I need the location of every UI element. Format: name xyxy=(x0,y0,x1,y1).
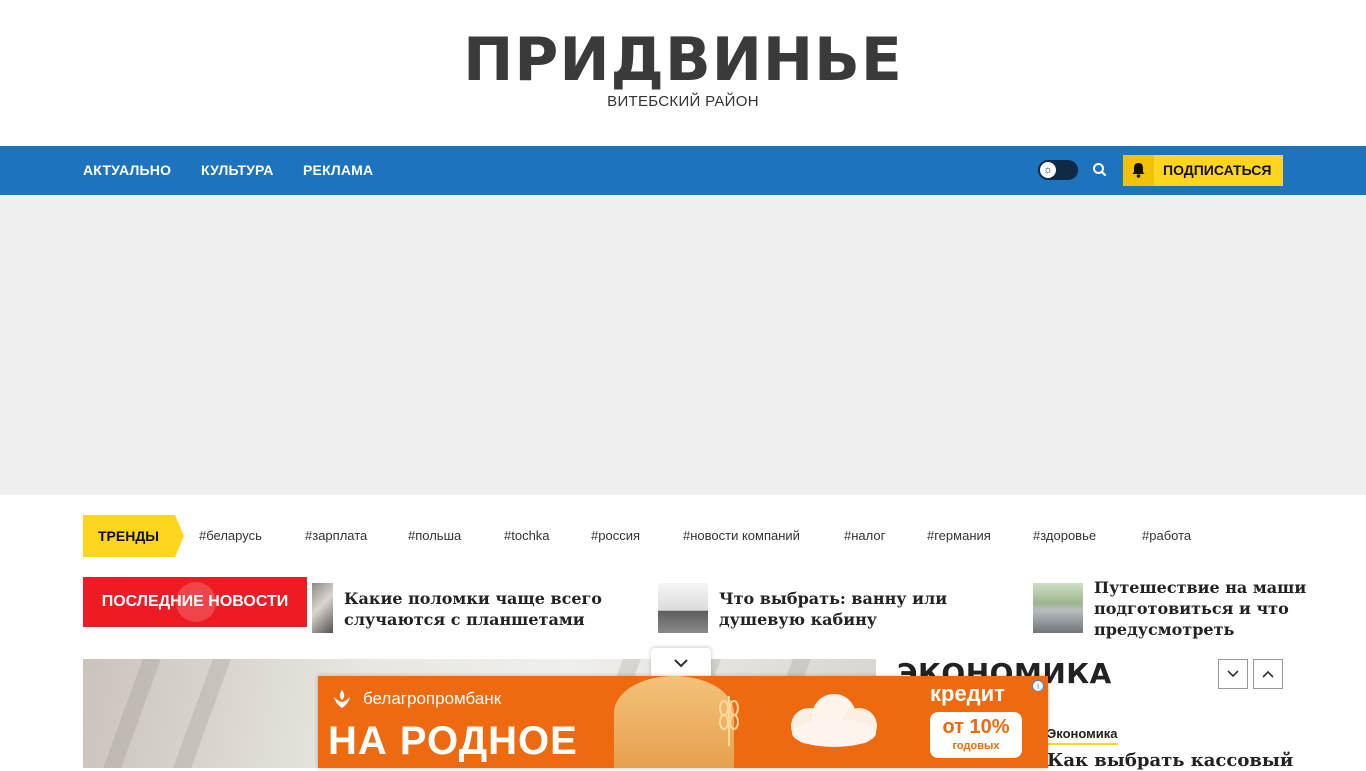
subscribe-button[interactable]: ПОДПИСАТЬСЯ xyxy=(1123,155,1283,186)
chevron-up-icon[interactable] xyxy=(1253,659,1283,689)
sun-icon: ☼ xyxy=(1040,162,1056,178)
banner-rate-badge: от 10% годовых xyxy=(930,712,1022,758)
news-thumbnail[interactable] xyxy=(312,583,333,633)
chevron-down-icon[interactable] xyxy=(1218,659,1248,689)
ad-collapse-button[interactable] xyxy=(651,648,711,676)
cloud-icon xyxy=(784,691,884,751)
trends-label: ТРЕНДЫ xyxy=(83,515,175,557)
news-title-line: Путешествие на маши xyxy=(1094,578,1307,597)
search-icon[interactable] xyxy=(1090,160,1110,180)
banner-credit-label: кредит xyxy=(930,681,1005,706)
news-title[interactable]: Какие поломки чаще всего случаются с пла… xyxy=(344,588,602,630)
news-title-line: предусмотреть xyxy=(1094,620,1235,639)
site-logo[interactable]: ПРИДВИНЬЕ xyxy=(0,26,1366,94)
wheat-icon xyxy=(714,688,744,748)
nav-item-reklama[interactable]: РЕКЛАМА xyxy=(303,146,373,195)
dark-mode-toggle[interactable]: ☼ xyxy=(1038,160,1078,180)
news-title-line: Что выбрать: ванну или xyxy=(719,589,948,608)
rate-value: от 10% xyxy=(942,716,1010,738)
nav-item-aktualno[interactable]: АКТУАЛЬНО xyxy=(83,146,171,195)
news-title[interactable]: Что выбрать: ванну или душевую кабину xyxy=(719,588,947,630)
news-title-line: душевую кабину xyxy=(719,610,878,629)
news-title[interactable]: Путешествие на маши подготовиться и что … xyxy=(1094,577,1306,640)
news-title-line: случаются с планшетами xyxy=(344,610,585,629)
trend-tag[interactable]: #германия xyxy=(927,528,991,543)
trend-tag[interactable]: #tochka xyxy=(504,528,550,543)
main-nav: АКТУАЛЬНО КУЛЬТУРА РЕКЛАМА ☼ ПОДПИСАТЬСЯ xyxy=(0,146,1366,195)
trend-tag[interactable]: #польша xyxy=(408,528,461,543)
rate-unit: годовых xyxy=(952,740,1000,752)
ad-placeholder xyxy=(0,195,1366,495)
bell-icon xyxy=(1123,155,1154,186)
news-title-line: подготовиться и что xyxy=(1094,599,1289,618)
ad-info-icon[interactable]: i xyxy=(1032,680,1044,692)
trend-tag[interactable]: #налог xyxy=(844,528,885,543)
bank-brand-name: белагропромбанк xyxy=(363,689,502,708)
trend-tag[interactable]: #новости компаний xyxy=(683,528,800,543)
subscribe-label: ПОДПИСАТЬСЯ xyxy=(1163,162,1272,178)
banner-headline: НА РОДНОЕ xyxy=(328,719,578,763)
category-label[interactable]: Экономика xyxy=(1047,726,1118,745)
chevron-down-icon xyxy=(674,659,688,668)
trends-label-arrow xyxy=(175,515,184,557)
latest-news-label: ПОСЛЕДНИЕ НОВОСТИ xyxy=(83,577,307,627)
site-header: ПРИДВИНЬЕ ВИТЕБСКИЙ РАЙОН xyxy=(0,0,1366,146)
trend-tag[interactable]: #работа xyxy=(1142,528,1191,543)
news-title-line: Какие поломки чаще всего xyxy=(344,589,602,608)
bank-logo-icon xyxy=(330,687,354,711)
site-tagline: ВИТЕБСКИЙ РАЙОН xyxy=(607,93,759,110)
trend-tag[interactable]: #зарплата xyxy=(305,528,367,543)
trend-tag[interactable]: #здоровье xyxy=(1033,528,1096,543)
sticky-ad-banner[interactable]: белагропромбанк НА РОДНОЕ кредит от 10% … xyxy=(318,676,1048,768)
nav-item-kultura[interactable]: КУЛЬТУРА xyxy=(201,146,274,195)
news-thumbnail[interactable] xyxy=(1033,583,1083,633)
trend-tag[interactable]: #россия xyxy=(591,528,640,543)
trend-tag[interactable]: #беларусь xyxy=(199,528,262,543)
latest-news-text: ПОСЛЕДНИЕ НОВОСТИ xyxy=(101,593,289,610)
news-thumbnail[interactable] xyxy=(658,583,708,633)
